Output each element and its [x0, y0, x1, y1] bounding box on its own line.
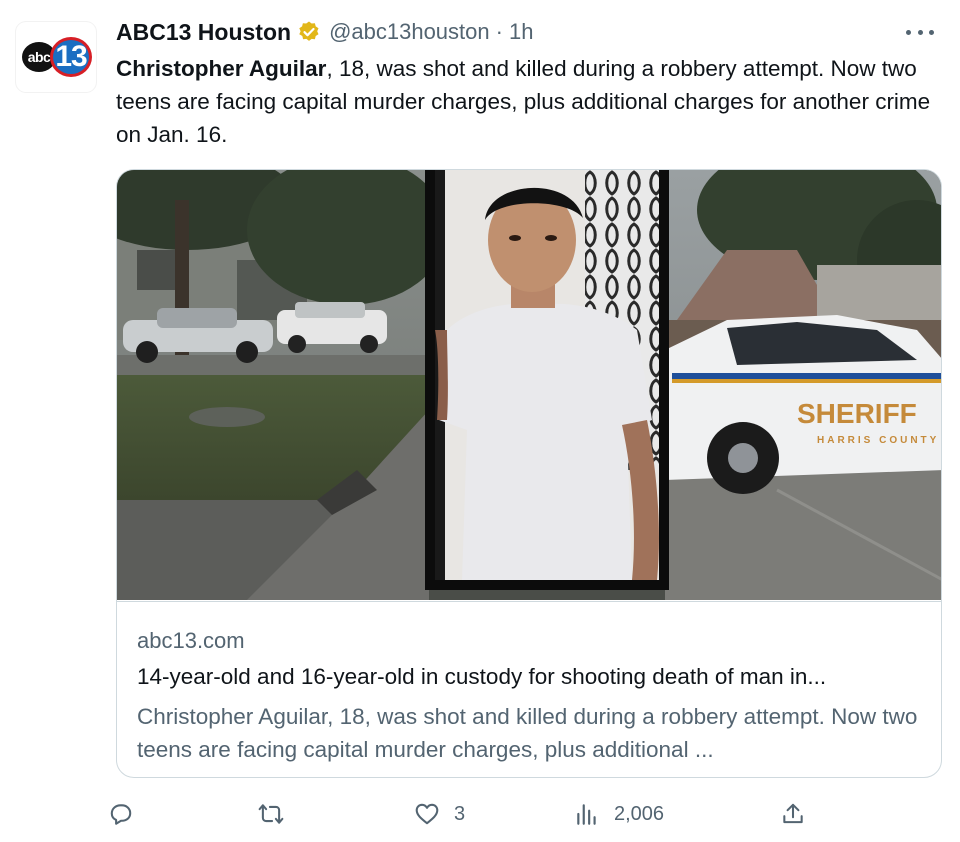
retweet-button[interactable] [258, 790, 284, 838]
timestamp[interactable]: 1h [509, 19, 533, 45]
share-icon [783, 803, 803, 824]
sheriff-car: SHERIFF HARRIS COUNTY [665, 315, 941, 494]
views-button[interactable]: 2,006 [574, 790, 664, 838]
account-handle[interactable]: @abc13houston [329, 19, 490, 45]
like-count: 3 [454, 802, 466, 825]
like-icon [415, 803, 439, 825]
views-count: 2,006 [614, 802, 665, 825]
reply-icon [110, 804, 132, 825]
like-button[interactable]: 3 [414, 790, 465, 838]
car-county-text: HARRIS COUNTY [817, 435, 939, 446]
share-button[interactable] [780, 790, 806, 838]
card-image-collage: SHERIFF HARRIS COUNTY [117, 170, 941, 600]
tweet[interactable]: abc 13 ABC13 Houston @abc13houston · 1h … [0, 0, 960, 842]
tweet-bold-name: Christopher Aguilar [116, 56, 327, 81]
views-icon [577, 804, 596, 825]
card-description: Christopher Aguilar, 18, was shot and ki… [137, 704, 918, 762]
tweet-header: ABC13 Houston @abc13houston · 1h [116, 18, 533, 46]
abc13-logo-icon: abc 13 [20, 36, 92, 78]
car-sheriff-text: SHERIFF [797, 398, 917, 429]
retweet-icon [258, 804, 284, 824]
card-domain[interactable]: abc13.com [137, 628, 245, 654]
verified-badge-icon [299, 21, 319, 41]
reply-button[interactable] [108, 790, 134, 838]
separator-dot: · [495, 19, 503, 44]
tweet-text: Christopher Aguilar, 18, was shot and ki… [116, 52, 946, 151]
card-meta[interactable]: abc13.com 14-year-old and 16-year-old in… [117, 601, 941, 777]
card-headline[interactable]: 14-year-old and 16-year-old in custody f… [137, 664, 927, 690]
account-name[interactable]: ABC13 Houston [116, 19, 291, 46]
avatar[interactable]: abc 13 [16, 22, 96, 92]
logo-13-text: 13 [50, 37, 92, 77]
portrait-photo [425, 170, 669, 590]
street-photo [117, 170, 447, 600]
link-card[interactable]: SHERIFF HARRIS COUNTY abc13.com 14-year-… [116, 169, 942, 778]
sheriff-car-photo: SHERIFF HARRIS COUNTY [665, 170, 941, 600]
card-image[interactable]: SHERIFF HARRIS COUNTY [117, 170, 941, 600]
action-bar: 3 2,006 [108, 790, 828, 838]
more-options-icon[interactable] [902, 20, 938, 44]
